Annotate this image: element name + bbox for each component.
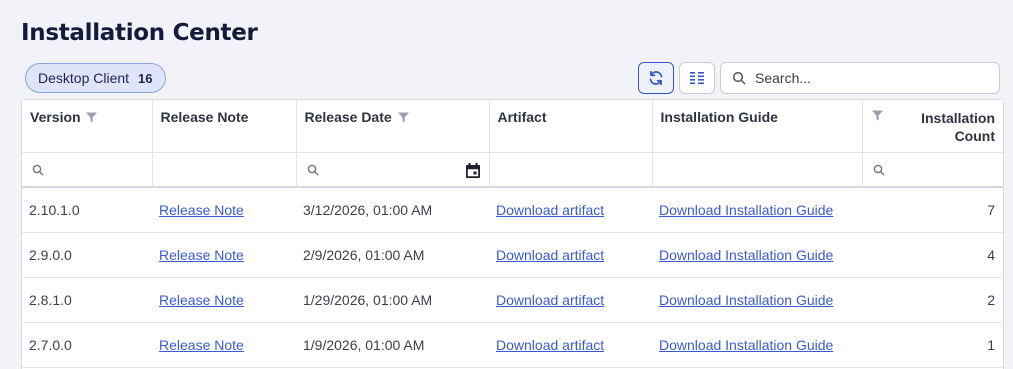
download-artifact-link[interactable]: Download artifact <box>496 247 604 263</box>
search-icon <box>873 164 885 176</box>
version-cell: 2.10.1.0 <box>22 187 152 233</box>
installation-count-cell: 2 <box>862 277 1003 323</box>
version-cell: 2.7.0.0 <box>22 322 152 368</box>
header-release-note[interactable]: Release Note <box>152 100 297 153</box>
download-artifact-link[interactable]: Download artifact <box>496 202 604 218</box>
refresh-button[interactable] <box>638 62 674 94</box>
table-row[interactable]: 2.10.1.0 Release Note 3/12/2026, 01:00 A… <box>22 187 1003 233</box>
table-row[interactable]: 2.9.0.0 Release Note 2/9/2026, 01:00 AM … <box>22 232 1003 278</box>
download-guide-link[interactable]: Download Installation Guide <box>659 292 833 308</box>
search-box[interactable] <box>720 62 1000 94</box>
artifact-filter-cell <box>489 152 653 188</box>
filter-row <box>22 152 1003 188</box>
release-note-link[interactable]: Release Note <box>159 247 244 263</box>
header-row: Version Release Note Release Date Artifa… <box>22 100 1003 153</box>
release-date-cell: 2/9/2026, 01:00 AM <box>296 232 489 278</box>
release-date-filter-cell[interactable] <box>296 152 490 188</box>
header-version[interactable]: Version <box>22 100 153 153</box>
download-guide-link[interactable]: Download Installation Guide <box>659 247 833 263</box>
table-row[interactable]: 2.8.1.0 Release Note 1/29/2026, 01:00 AM… <box>22 277 1003 323</box>
release-note-link[interactable]: Release Note <box>159 337 244 353</box>
header-release-date[interactable]: Release Date <box>296 100 490 153</box>
download-guide-link[interactable]: Download Installation Guide <box>659 337 833 353</box>
table-row[interactable]: 2.7.0.0 Release Note 1/9/2026, 01:00 AM … <box>22 322 1003 368</box>
installations-grid: Version Release Note Release Date Artifa… <box>21 99 1004 369</box>
release-date-cell: 1/29/2026, 01:00 AM <box>296 277 489 323</box>
release-date-cell: 1/9/2026, 01:00 AM <box>296 322 489 368</box>
refresh-icon <box>649 70 663 86</box>
installation-count-cell: 1 <box>862 322 1003 368</box>
release-note-filter-cell <box>152 152 297 188</box>
guide-filter-cell <box>652 152 863 188</box>
search-icon <box>32 164 44 176</box>
download-artifact-link[interactable]: Download artifact <box>496 337 604 353</box>
search-icon <box>307 164 319 176</box>
filter-icon[interactable] <box>397 112 409 123</box>
column-chooser-button[interactable] <box>679 62 715 94</box>
tab-count-badge: 16 <box>138 70 153 86</box>
download-guide-link[interactable]: Download Installation Guide <box>659 202 833 218</box>
version-cell: 2.9.0.0 <box>22 232 152 278</box>
download-artifact-link[interactable]: Download artifact <box>496 292 604 308</box>
installation-count-cell: 4 <box>862 232 1003 278</box>
header-installation-count[interactable]: Installation Count <box>862 100 1003 153</box>
version-cell: 2.8.1.0 <box>22 277 152 323</box>
header-installation-guide[interactable]: Installation Guide <box>652 100 863 153</box>
release-date-cell: 3/12/2026, 01:00 AM <box>296 187 489 233</box>
header-artifact[interactable]: Artifact <box>489 100 653 153</box>
release-note-link[interactable]: Release Note <box>159 202 244 218</box>
count-filter-cell[interactable] <box>862 152 1003 188</box>
filter-icon[interactable] <box>86 112 98 123</box>
search-input[interactable] <box>755 70 985 86</box>
desktop-client-tab[interactable]: Desktop Client 16 <box>25 63 166 93</box>
calendar-icon[interactable] <box>465 162 480 178</box>
tab-label: Desktop Client <box>38 70 130 86</box>
installations-table: Version Release Note Release Date Artifa… <box>22 100 1003 368</box>
filter-icon[interactable] <box>871 110 883 121</box>
installation-count-cell: 7 <box>862 187 1003 233</box>
version-filter-cell[interactable] <box>22 152 153 188</box>
search-icon <box>732 71 746 85</box>
columns-icon <box>690 72 704 85</box>
release-note-link[interactable]: Release Note <box>159 292 244 308</box>
page-title: Installation Center <box>21 20 258 46</box>
